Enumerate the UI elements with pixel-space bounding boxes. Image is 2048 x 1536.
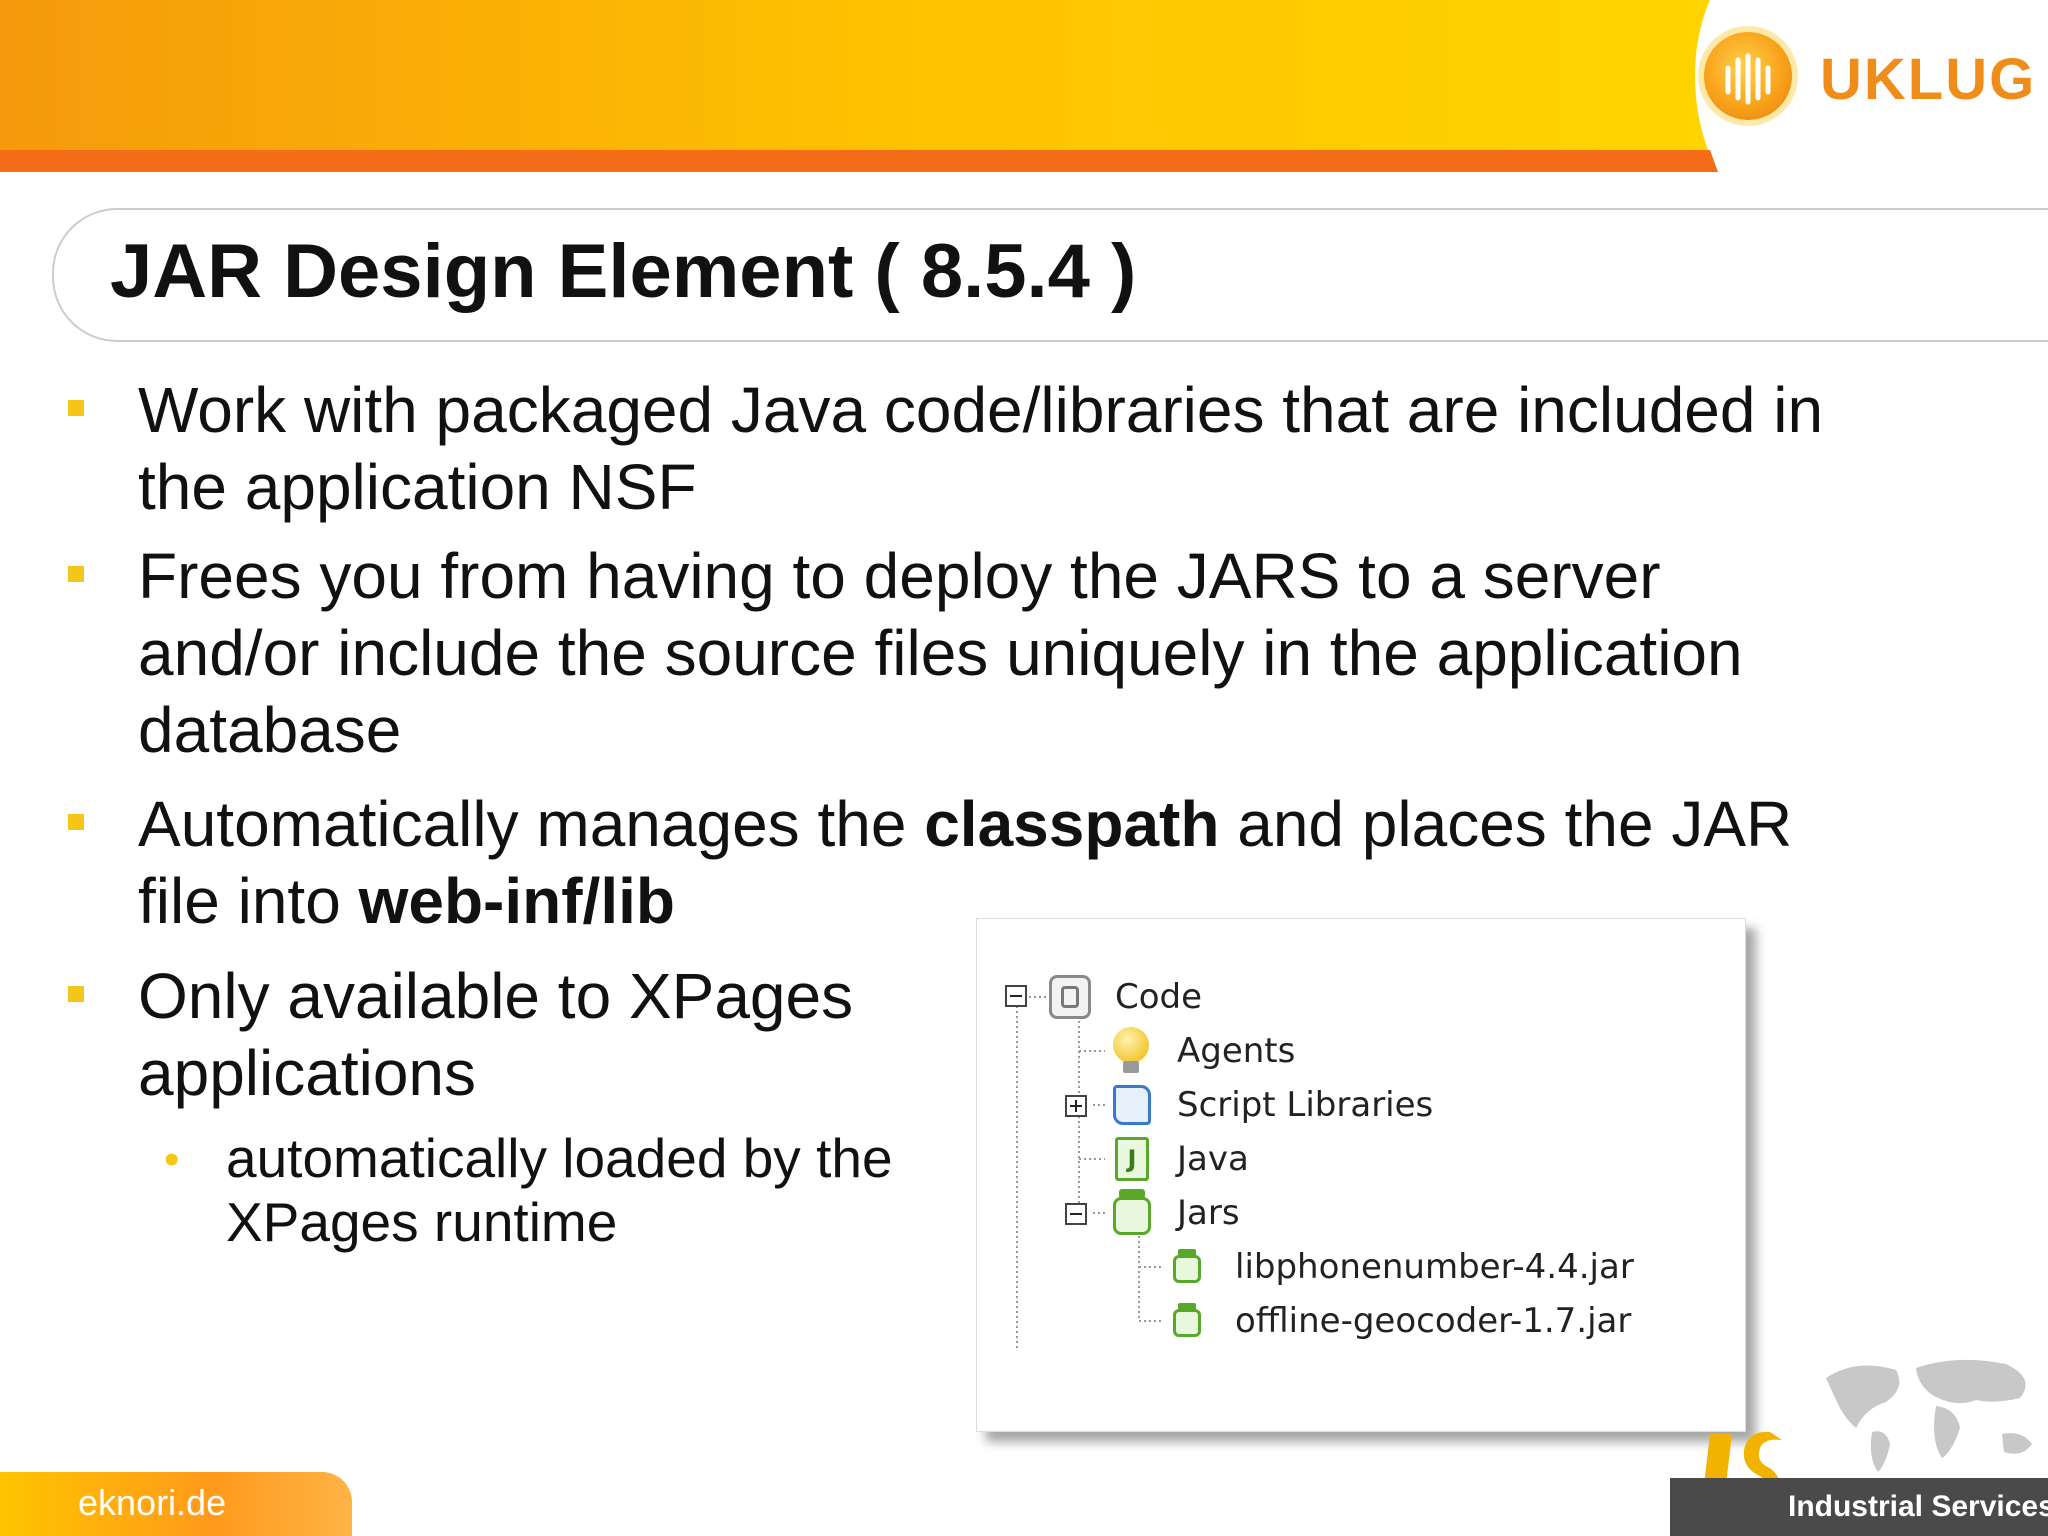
jar-file-icon: [1173, 1249, 1201, 1285]
bullet-3-text: and places the JAR: [1219, 788, 1793, 860]
bullet-4: Only available to XPages applications: [138, 958, 853, 1112]
sub-bullet-text: automatically loaded by the XPages runti…: [226, 1127, 893, 1253]
bullet-2-line-2: and/or include the source files uniquely…: [138, 617, 1743, 689]
scroll-icon: [1113, 1085, 1151, 1125]
tree-jar-file[interactable]: offline-geocoder-1.7.jar: [1235, 1301, 1631, 1341]
sub-bullet-marker: •: [164, 1135, 180, 1184]
expand-script-libraries-toggle[interactable]: [1065, 1095, 1087, 1117]
bullet-1: Work with packaged Java code/libraries t…: [138, 372, 1823, 526]
bullet-3-text: file into: [138, 865, 359, 937]
tree-item-jars[interactable]: Jars: [1177, 1193, 1240, 1233]
bullet-marker: [68, 986, 84, 1002]
bullet-3-text: Automatically manages the: [138, 788, 925, 860]
bullet-3-line-1: Automatically manages the classpath and …: [138, 786, 1792, 863]
bullet-3-bold: classpath: [924, 788, 1220, 860]
bullet-marker: [68, 566, 84, 582]
world-map-graphic: [1826, 1359, 2032, 1472]
uklug-logo-icon: [1725, 53, 1771, 105]
bullet-3: Automatically manages the classpath and …: [138, 786, 1792, 940]
bullet-2: Frees you from having to deploy the JARS…: [138, 538, 1743, 769]
tree-item-java[interactable]: Java: [1177, 1139, 1249, 1179]
footer-site: eknori.de: [78, 1482, 227, 1523]
tree-jar-file[interactable]: libphonenumber-4.4.jar: [1235, 1247, 1634, 1287]
uklug-logo: [1698, 26, 1798, 126]
collapse-jars-toggle[interactable]: [1065, 1203, 1087, 1225]
bullet-2-line-1: Frees you from having to deploy the JARS…: [138, 540, 1661, 612]
java-file-icon: J: [1115, 1137, 1149, 1181]
bullet-3-bold: web-inf/lib: [358, 865, 675, 937]
header-band: UKLUG: [0, 0, 2048, 172]
uklug-wordmark: UKLUG: [1820, 47, 2037, 112]
lightbulb-icon: [1111, 1027, 1151, 1077]
jar-file-icon: [1173, 1303, 1201, 1339]
bullet-2-line-3: database: [138, 694, 402, 766]
jar-icon: [1113, 1189, 1151, 1235]
footer-brand: Industrial Services: [1788, 1490, 2048, 1523]
bullet-marker: [68, 400, 84, 416]
tree-root-label[interactable]: Code: [1115, 977, 1202, 1017]
code-icon: [1049, 975, 1091, 1019]
bullet-4-line-2: applications: [138, 1037, 476, 1109]
tree-item-agents[interactable]: Agents: [1177, 1031, 1295, 1071]
bullet-1-line-1: Work with packaged Java code/libraries t…: [138, 374, 1824, 446]
tree-screenshot: Code Agents Script Libraries J Java Jars…: [976, 918, 1746, 1432]
bullet-marker: [68, 814, 84, 830]
bullet-4-line-1: Only available to XPages: [138, 960, 854, 1032]
bullet-1-line-2: the application NSF: [138, 451, 697, 523]
tree-item-script-libraries[interactable]: Script Libraries: [1177, 1085, 1433, 1125]
tree-lines: [1016, 991, 1163, 1349]
page-title: JAR Design Element ( 8.5.4 ): [110, 229, 1137, 314]
collapse-root-toggle[interactable]: [1005, 985, 1027, 1007]
